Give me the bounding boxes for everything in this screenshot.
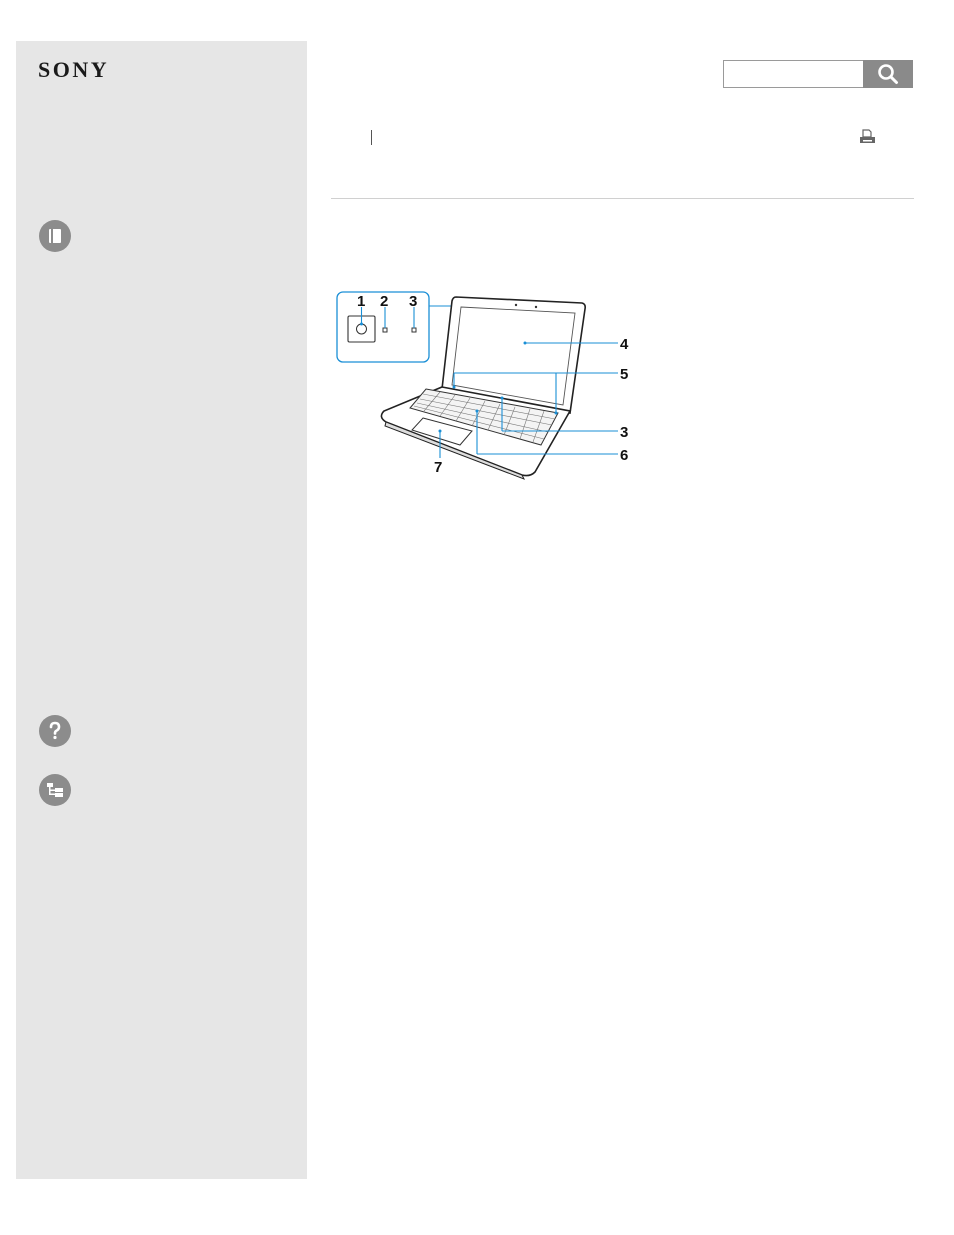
callout-3-key: 3 [620, 424, 628, 441]
header-divider [331, 198, 914, 199]
search-icon [878, 64, 898, 84]
callout-1: 1 [357, 293, 365, 310]
sidebar: SONY [16, 41, 307, 1179]
callout-2: 2 [380, 293, 388, 310]
tree-icon[interactable] [39, 774, 71, 806]
sony-logo[interactable]: SONY [38, 57, 109, 83]
search-input[interactable] [723, 60, 863, 88]
breadcrumb-separator [371, 130, 372, 145]
inset-mic [382, 327, 388, 333]
help-icon[interactable] [39, 715, 71, 747]
callout-7: 7 [434, 459, 442, 476]
inset-indicator [411, 327, 417, 333]
callout-3-inset: 3 [409, 293, 417, 310]
print-button[interactable] [858, 128, 878, 146]
callout-4: 4 [620, 336, 629, 353]
callout-6: 6 [620, 447, 628, 464]
search-button[interactable] [863, 60, 913, 88]
search-box [723, 60, 913, 88]
laptop-diagram: 1 2 3 4 5 3 6 7 [330, 285, 640, 485]
print-icon [860, 129, 875, 143]
book-icon[interactable] [39, 220, 71, 252]
callout-5: 5 [620, 366, 628, 383]
